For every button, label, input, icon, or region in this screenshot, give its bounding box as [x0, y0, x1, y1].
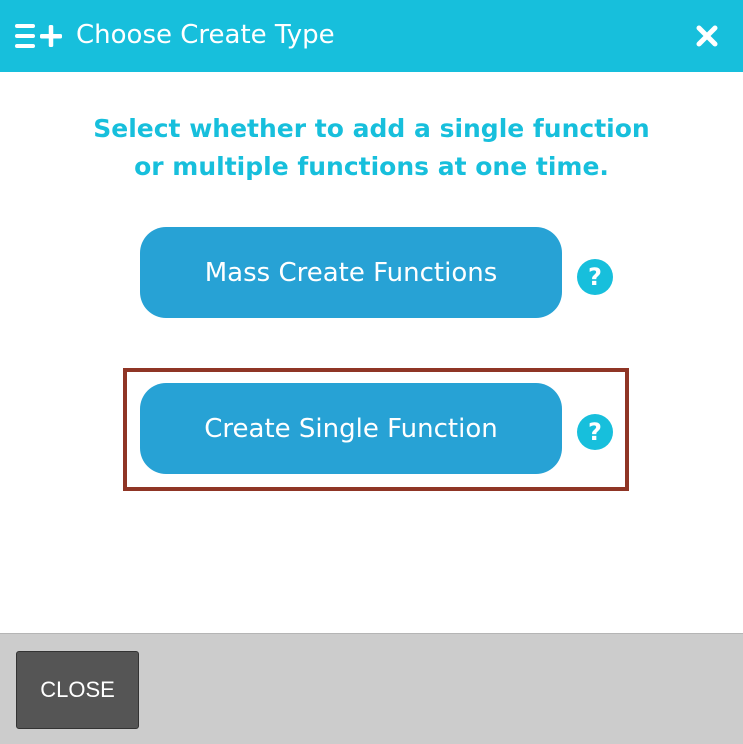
list-add-icon	[15, 24, 62, 48]
instructions-line-1: Select whether to add a single function	[93, 114, 650, 143]
create-single-function-button[interactable]: Create Single Function	[140, 383, 562, 474]
create-single-help-icon[interactable]: ?	[577, 414, 613, 450]
close-icon[interactable]	[691, 20, 723, 52]
instructions-text: Select whether to add a single function …	[0, 110, 743, 186]
choose-create-type-dialog: Choose Create Type Select whether to add…	[0, 0, 743, 744]
close-button[interactable]: CLOSE	[16, 651, 139, 729]
instructions-line-2: or multiple functions at one time.	[134, 152, 609, 181]
dialog-footer: CLOSE	[0, 633, 743, 744]
dialog-title: Choose Create Type	[76, 20, 335, 50]
mass-create-help-icon[interactable]: ?	[577, 259, 613, 295]
dialog-header: Choose Create Type	[0, 0, 743, 72]
mass-create-functions-button[interactable]: Mass Create Functions	[140, 227, 562, 318]
